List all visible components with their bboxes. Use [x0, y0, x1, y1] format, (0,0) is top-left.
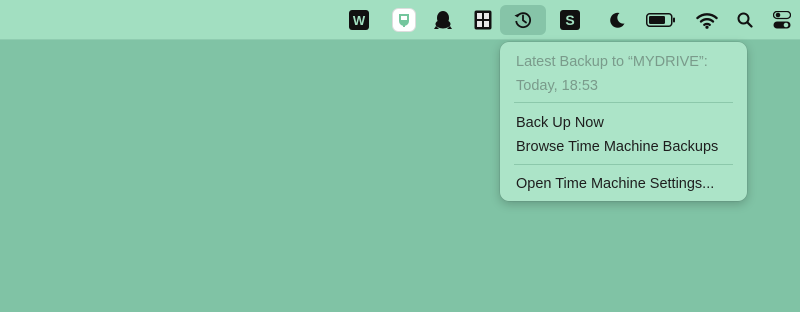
- chatgpt-like-app-icon[interactable]: [390, 5, 418, 35]
- wps-office-icon[interactable]: W: [346, 5, 372, 35]
- back-up-now-item[interactable]: Back Up Now: [516, 114, 604, 132]
- spotlight-search-icon[interactable]: [734, 5, 756, 35]
- qq-penguin-icon[interactable]: [431, 5, 455, 35]
- browse-backups-item[interactable]: Browse Time Machine Backups: [516, 138, 718, 156]
- battery-icon[interactable]: [644, 5, 678, 35]
- grid-app-icon[interactable]: [471, 5, 495, 35]
- s-app-icon[interactable]: S: [558, 5, 582, 35]
- time-machine-icon[interactable]: [500, 5, 546, 35]
- wps-icon-glyph: W: [353, 13, 366, 28]
- latest-backup-time: Today, 18:53: [516, 78, 598, 94]
- open-settings-item[interactable]: Open Time Machine Settings...: [516, 175, 714, 193]
- desktop: { "menubar": { "icons": [ {"name": "wps-…: [0, 0, 800, 312]
- s-icon-glyph: S: [565, 12, 574, 28]
- menu-separator: [514, 102, 733, 103]
- menu-separator: [514, 164, 733, 165]
- wifi-icon[interactable]: [694, 5, 720, 35]
- menu-bar: W S: [0, 0, 800, 40]
- time-machine-menu: Latest Backup to “MYDRIVE”: Today, 18:53…: [500, 42, 747, 201]
- focus-moon-icon[interactable]: [606, 5, 628, 35]
- control-center-icon[interactable]: [770, 5, 794, 35]
- latest-backup-label: Latest Backup to “MYDRIVE”:: [516, 54, 708, 70]
